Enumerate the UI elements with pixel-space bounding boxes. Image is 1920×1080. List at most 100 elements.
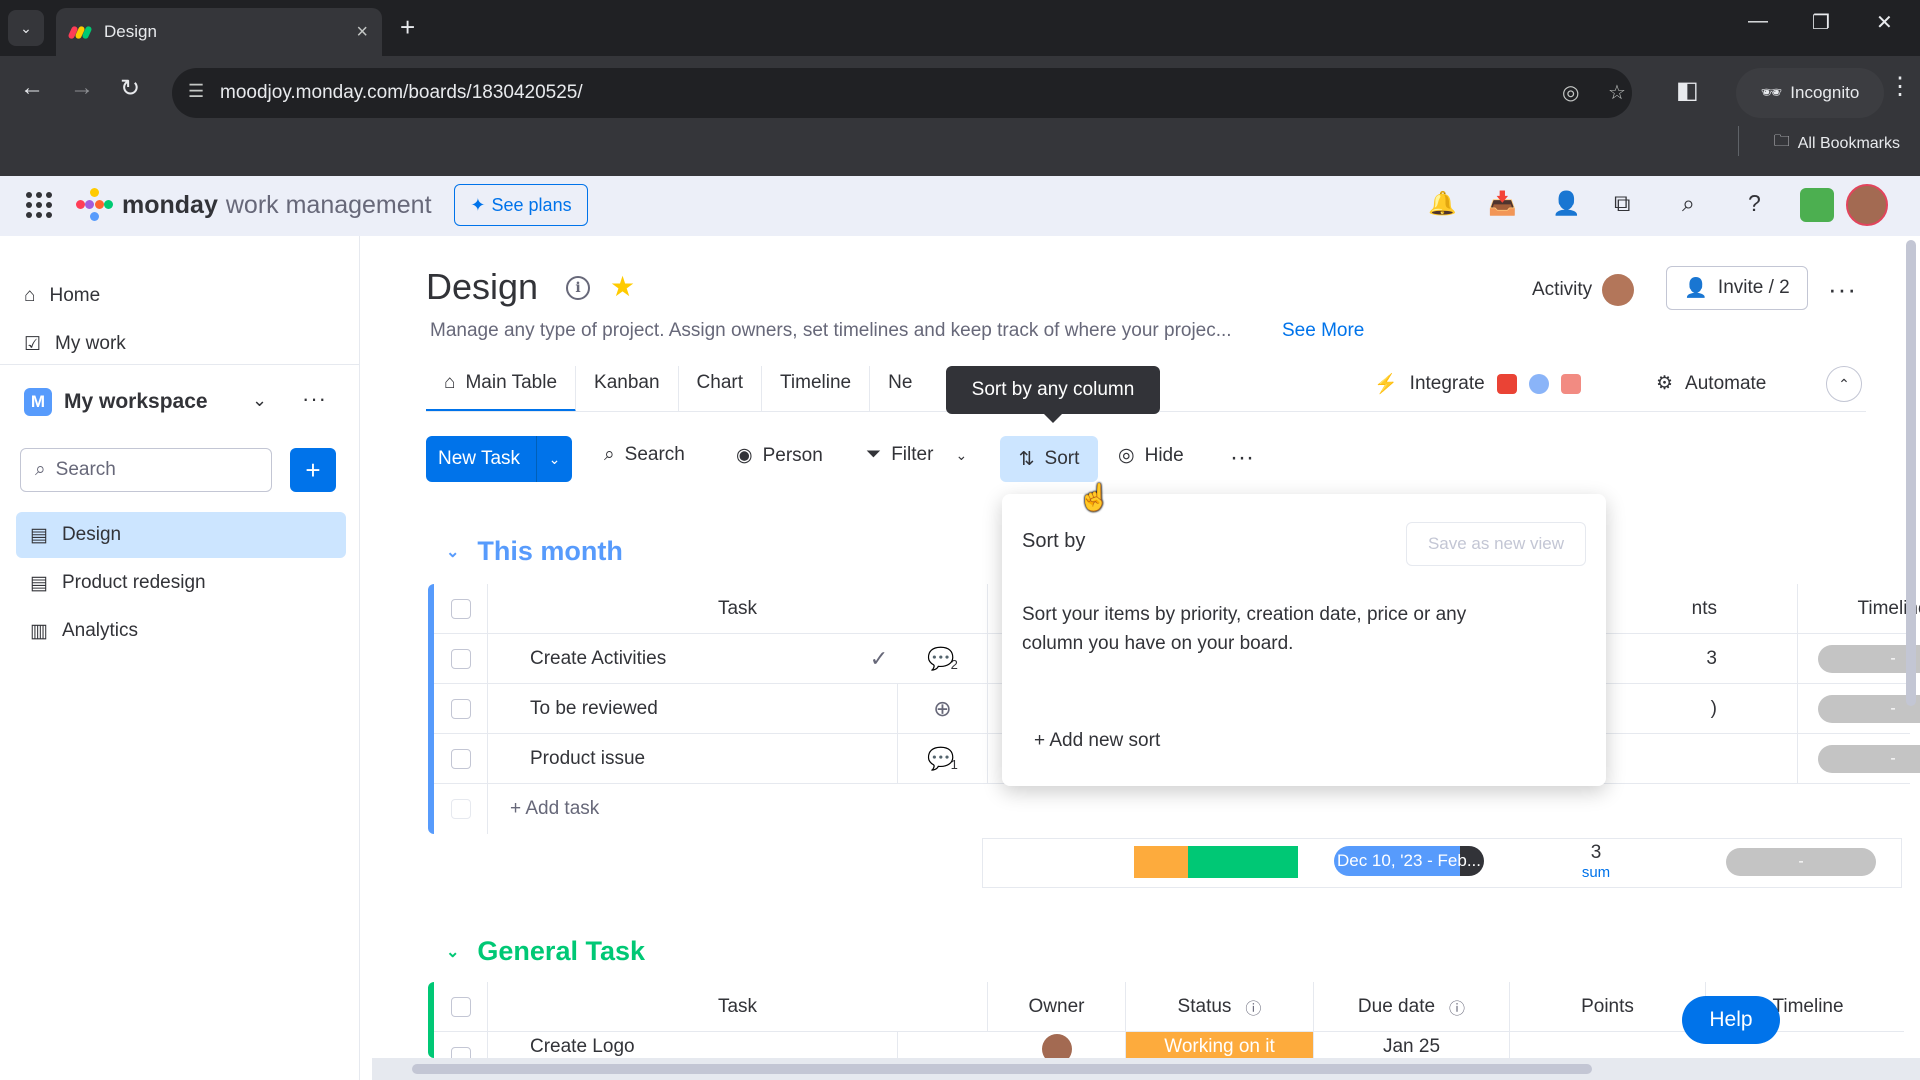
notifications-bell-icon[interactable]: 🔔 bbox=[1428, 190, 1457, 217]
sidebar-item-product-redesign[interactable]: ▤ Product redesign bbox=[16, 560, 346, 606]
points-summary[interactable]: 3 sum bbox=[1506, 842, 1686, 881]
points-cell[interactable]: ) bbox=[1608, 684, 1798, 734]
search-icon[interactable]: ⌕ bbox=[1682, 190, 1695, 217]
chevron-down-icon[interactable]: ⌄ bbox=[536, 436, 572, 482]
task-name-cell[interactable]: To be reviewed bbox=[488, 684, 898, 734]
points-column-header[interactable]: Points bbox=[1510, 982, 1706, 1032]
updates-cell[interactable]: 💬 1 bbox=[898, 734, 988, 784]
invite-button[interactable]: 👤 Invite / 2 bbox=[1666, 266, 1808, 310]
checkbox[interactable] bbox=[450, 1047, 471, 1058]
sidebar-item-home[interactable]: ⌂ Home bbox=[24, 276, 100, 316]
invite-members-icon[interactable]: 👤 bbox=[1552, 190, 1581, 217]
sidebar-item-analytics[interactable]: ▥ Analytics bbox=[16, 608, 346, 654]
activity-button[interactable]: Activity bbox=[1532, 274, 1635, 306]
add-task-input[interactable]: + Add task bbox=[488, 784, 888, 834]
checkbox[interactable] bbox=[450, 749, 471, 769]
integrate-button[interactable]: ⚡ Integrate bbox=[1374, 372, 1581, 396]
owner-cell[interactable] bbox=[988, 1032, 1126, 1058]
search-tool-button[interactable]: ⌕ Search bbox=[604, 444, 685, 466]
see-more-link[interactable]: See More bbox=[1282, 320, 1364, 342]
address-bar[interactable]: ☰ moodjoy.monday.com/boards/1830420525/ … bbox=[172, 68, 1632, 118]
timeline-column-header[interactable]: Timeline bbox=[1798, 584, 1920, 634]
add-new-sort-button[interactable]: + Add new sort bbox=[1034, 730, 1160, 752]
select-all-cell[interactable] bbox=[434, 982, 488, 1032]
automate-button[interactable]: ⚙ Automate bbox=[1656, 372, 1766, 395]
apps-puzzle-icon[interactable]: ⧉ bbox=[1614, 190, 1630, 217]
timeline-cell[interactable]: - bbox=[1798, 684, 1920, 734]
help-button[interactable]: Help bbox=[1682, 996, 1780, 1044]
forward-icon[interactable]: → bbox=[70, 74, 94, 102]
task-name-cell[interactable]: Create Logo bbox=[488, 1032, 898, 1058]
timeline-cell[interactable]: - bbox=[1798, 634, 1920, 684]
back-icon[interactable]: ← bbox=[20, 74, 44, 102]
sidebar-item-design[interactable]: ▤ Design bbox=[16, 512, 346, 558]
vertical-scrollbar[interactable] bbox=[1906, 240, 1916, 706]
status-summary-bar[interactable] bbox=[1134, 846, 1298, 878]
minimize-window-icon[interactable]: — bbox=[1748, 10, 1768, 33]
horizontal-scroll-thumb[interactable] bbox=[412, 1064, 1592, 1074]
filter-button[interactable]: ⏷ Filter ⌄ bbox=[866, 444, 967, 466]
restore-window-icon[interactable]: ❐ bbox=[1812, 10, 1830, 35]
chevron-down-icon[interactable]: ⌄ bbox=[446, 542, 459, 562]
close-window-icon[interactable]: ✕ bbox=[1876, 10, 1893, 35]
points-cell[interactable]: 3 bbox=[1608, 634, 1798, 684]
incognito-indicator[interactable]: 🕶 Incognito bbox=[1736, 68, 1884, 118]
board-info-icon[interactable]: i bbox=[566, 276, 590, 300]
more-tools-icon[interactable]: ··· bbox=[1230, 444, 1254, 472]
bookmark-star-icon[interactable]: ☆ bbox=[1608, 80, 1626, 105]
inbox-icon[interactable]: 📥 bbox=[1488, 190, 1517, 217]
owner-column-header[interactable]: Owner bbox=[988, 982, 1126, 1032]
account-logo[interactable] bbox=[1800, 188, 1834, 222]
group-title-general-task[interactable]: ⌄ General Task bbox=[446, 936, 645, 967]
checkbox[interactable] bbox=[450, 699, 471, 719]
see-plans-button[interactable]: ✦ See plans bbox=[454, 184, 588, 226]
group-title-this-month[interactable]: ⌄ This month bbox=[446, 536, 623, 567]
add-update-icon[interactable]: ⊕ bbox=[898, 684, 988, 734]
chevron-down-icon[interactable]: ⌄ bbox=[446, 942, 459, 962]
browser-menu-icon[interactable]: ⋮ bbox=[1888, 72, 1912, 101]
status-column-header[interactable]: Status ⓘ bbox=[1126, 982, 1314, 1032]
new-task-button[interactable]: New Task ⌄ bbox=[426, 436, 572, 482]
row-select-cell[interactable] bbox=[434, 684, 488, 734]
tab-main-table[interactable]: ⌂ Main Table bbox=[426, 366, 577, 412]
checkbox[interactable] bbox=[450, 649, 471, 669]
checkbox[interactable] bbox=[450, 997, 471, 1017]
due-date-cell[interactable]: Jan 25 bbox=[1314, 1032, 1510, 1058]
monday-logo[interactable]: monday work management bbox=[76, 188, 432, 222]
status-cell[interactable]: Working on it bbox=[1126, 1032, 1314, 1058]
task-column-header[interactable]: Task bbox=[488, 982, 988, 1032]
tab-timeline[interactable]: Timeline bbox=[762, 366, 871, 412]
browser-tab[interactable]: Design × bbox=[56, 8, 382, 56]
tab-new[interactable]: Ne bbox=[870, 366, 930, 412]
tab-search-button[interactable]: ⌄ bbox=[8, 10, 44, 46]
person-filter-button[interactable]: ◉ Person bbox=[736, 444, 823, 467]
site-info-icon[interactable]: ☰ bbox=[188, 81, 204, 102]
all-bookmarks[interactable]: 🗀 All Bookmarks bbox=[1774, 130, 1900, 157]
task-column-header[interactable]: Task bbox=[488, 584, 988, 634]
horizontal-scrollbar[interactable] bbox=[372, 1058, 1920, 1080]
chevron-down-icon[interactable]: ⌄ bbox=[955, 447, 967, 464]
table-row[interactable]: Create Logo Working on it Jan 25 bbox=[434, 1032, 1904, 1058]
row-select-cell[interactable] bbox=[434, 734, 488, 784]
task-name-cell[interactable]: Product issue bbox=[488, 734, 898, 784]
side-panel-icon[interactable]: ◧ bbox=[1676, 76, 1699, 105]
points-cell[interactable] bbox=[1608, 734, 1798, 784]
add-board-button[interactable]: + bbox=[290, 448, 336, 492]
row-select-cell[interactable] bbox=[434, 634, 488, 684]
date-range-summary[interactable]: Dec 10, '23 - Feb... bbox=[1334, 846, 1484, 876]
info-icon[interactable]: ⓘ bbox=[1245, 995, 1261, 1019]
info-icon[interactable]: ⓘ bbox=[1449, 995, 1465, 1019]
sort-button[interactable]: ⇅ Sort bbox=[1000, 436, 1098, 482]
app-switcher-icon[interactable] bbox=[26, 192, 52, 218]
user-avatar[interactable] bbox=[1846, 184, 1888, 226]
select-all-cell[interactable] bbox=[434, 584, 488, 634]
sidebar-search-input[interactable]: ⌕ Search bbox=[20, 448, 272, 492]
board-title[interactable]: Design bbox=[426, 266, 538, 308]
hide-button[interactable]: ◎ Hide bbox=[1118, 444, 1184, 467]
sidebar-item-my-work[interactable]: ☑ My work bbox=[24, 324, 126, 364]
updates-cell[interactable]: 💬 2 bbox=[898, 634, 988, 684]
help-icon[interactable]: ? bbox=[1748, 190, 1761, 217]
points-column-header[interactable]: nts bbox=[1608, 584, 1798, 634]
workspace-selector[interactable]: M My workspace bbox=[24, 388, 208, 416]
checkbox[interactable] bbox=[450, 599, 471, 619]
